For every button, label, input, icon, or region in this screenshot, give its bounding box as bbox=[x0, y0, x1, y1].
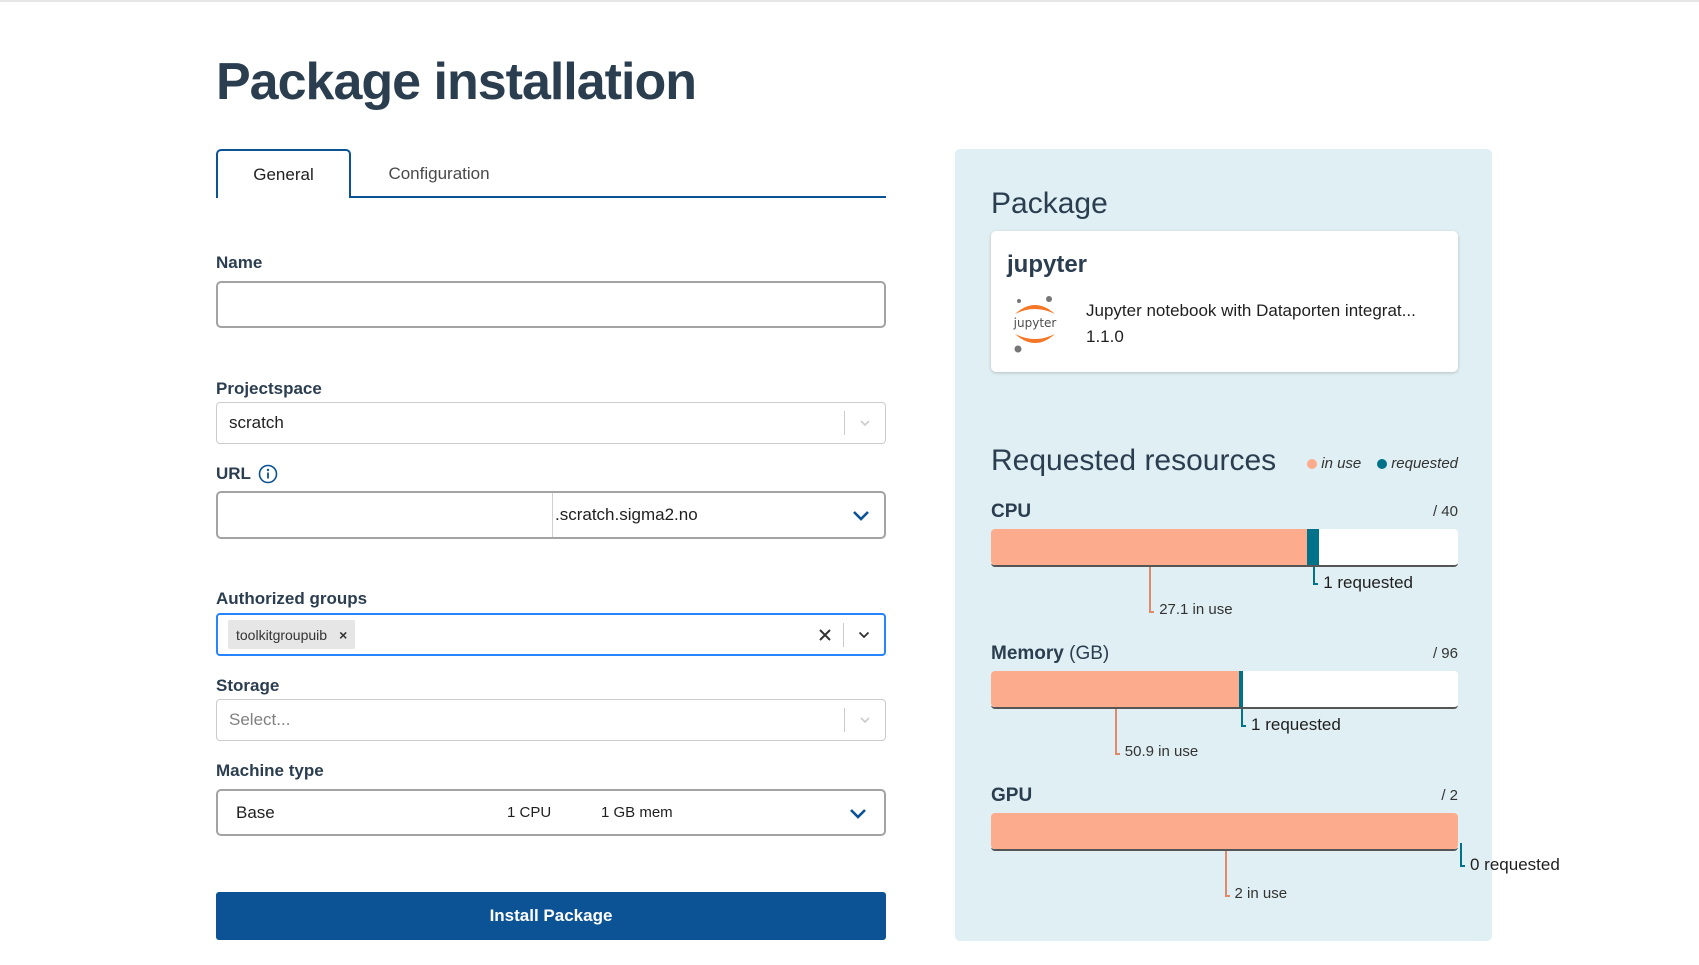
in-use-leader-line bbox=[1224, 851, 1230, 897]
package-card: jupyter jupyter Jupyter notebook with Da… bbox=[991, 231, 1458, 372]
in-use-label: 50.9 in use bbox=[1124, 743, 1199, 760]
legend-requested: requested bbox=[1377, 455, 1458, 472]
machine-type-name: Base bbox=[236, 802, 275, 822]
legend-in-use-dot bbox=[1307, 458, 1318, 469]
group-chip: toolkitgroupuib × bbox=[228, 620, 356, 649]
legend-in-use-label: in use bbox=[1321, 455, 1362, 472]
bar-requested bbox=[1307, 529, 1320, 565]
url-subdomain-input[interactable] bbox=[218, 493, 553, 537]
resources-legend: in use requested bbox=[1291, 455, 1458, 472]
resource-bar bbox=[991, 529, 1458, 567]
package-panel-title: Package bbox=[991, 187, 1108, 220]
legend-in-use: in use bbox=[1307, 455, 1361, 472]
bar-in-use bbox=[991, 671, 1239, 707]
in-use-leader-line bbox=[1149, 567, 1155, 613]
resource-name: CPU bbox=[991, 501, 1032, 522]
bar-in-use bbox=[991, 529, 1308, 565]
resource-max: / 40 bbox=[1432, 503, 1458, 520]
machine-type-mem: 1 GB mem bbox=[601, 804, 673, 821]
page-title: Package installation bbox=[216, 53, 697, 111]
in-use-leader-line bbox=[1114, 709, 1120, 755]
bar-requested bbox=[1238, 671, 1244, 707]
projectspace-label: Projectspace bbox=[216, 379, 322, 398]
machine-type-cpu: 1 CPU bbox=[507, 804, 552, 821]
authorized-groups-label: Authorized groups bbox=[216, 589, 368, 608]
chevron-down-icon[interactable] bbox=[845, 416, 885, 430]
info-icon[interactable] bbox=[258, 464, 278, 484]
requested-resources-title: Requested resources bbox=[991, 444, 1277, 477]
resource-bar bbox=[991, 813, 1458, 851]
name-field-wrapper bbox=[216, 281, 886, 328]
resource-max: / 96 bbox=[1432, 645, 1458, 662]
legend-requested-dot bbox=[1377, 458, 1388, 469]
package-panel: Package jupyter jupyter Jupyter notebook… bbox=[955, 149, 1560, 941]
remove-chip-icon[interactable]: × bbox=[339, 627, 347, 643]
top-border bbox=[0, 0, 1699, 2]
url-domain-select[interactable]: .scratch.sigma2.no bbox=[553, 493, 838, 537]
requested-leader-line bbox=[1460, 843, 1465, 867]
authorized-groups-select[interactable]: toolkitgroupuib × bbox=[216, 613, 886, 656]
in-use-label: 27.1 in use bbox=[1159, 601, 1233, 618]
chevron-down-icon[interactable] bbox=[838, 807, 878, 819]
requested-leader-line bbox=[1241, 709, 1247, 727]
clear-icon[interactable] bbox=[807, 628, 843, 642]
resource-bar bbox=[991, 671, 1458, 709]
package-description: Jupyter notebook with Dataporten integra… bbox=[1086, 301, 1416, 320]
tab-bar: General Configuration bbox=[216, 149, 886, 198]
chevron-down-icon[interactable] bbox=[844, 628, 884, 642]
requested-label: 1 requested bbox=[1251, 715, 1341, 734]
tab-general[interactable]: General bbox=[216, 149, 351, 198]
bar-in-use bbox=[991, 813, 1458, 849]
legend-requested-label: requested bbox=[1391, 455, 1458, 472]
group-chip-label: toolkitgroupuib bbox=[236, 626, 328, 643]
requested-label: 1 requested bbox=[1323, 573, 1414, 592]
name-label: Name bbox=[216, 253, 263, 272]
resource-name: GPU bbox=[991, 785, 1033, 806]
url-label: URL bbox=[216, 464, 251, 483]
svg-text:jupyter: jupyter bbox=[1013, 316, 1057, 330]
machine-type-label: Machine type bbox=[216, 761, 324, 780]
chevron-down-icon[interactable] bbox=[838, 493, 884, 537]
package-version: 1.1.0 bbox=[1086, 327, 1124, 346]
jupyter-logo-icon: jupyter bbox=[1009, 296, 1061, 354]
storage-placeholder: Select... bbox=[229, 710, 291, 729]
resource-max: / 2 bbox=[1441, 787, 1458, 804]
resource-memory: Memory (GB) / 96 50.9 in use 1 requested bbox=[991, 643, 1458, 760]
machine-type-select[interactable]: Base 1 CPU 1 GB mem bbox=[216, 789, 886, 836]
url-label-row: URL bbox=[216, 464, 278, 484]
chevron-down-icon[interactable] bbox=[845, 713, 885, 727]
storage-label: Storage bbox=[216, 676, 280, 695]
storage-select[interactable]: Select... bbox=[216, 699, 886, 741]
package-name: jupyter bbox=[1007, 251, 1088, 278]
resource-name: Memory (GB) bbox=[991, 643, 1110, 664]
resource-gpu: GPU / 2 2 in use 0 requested bbox=[991, 785, 1560, 902]
projectspace-value: scratch bbox=[229, 413, 284, 432]
tab-configuration[interactable]: Configuration bbox=[366, 149, 512, 198]
resource-cpu: CPU / 40 27.1 in use 1 requested bbox=[991, 501, 1458, 618]
url-field: .scratch.sigma2.no bbox=[216, 491, 886, 539]
requested-leader-line bbox=[1313, 567, 1319, 585]
install-package-button[interactable]: Install Package bbox=[216, 892, 886, 940]
requested-label: 0 requested bbox=[1470, 855, 1560, 874]
in-use-label: 2 in use bbox=[1234, 885, 1288, 902]
name-input[interactable] bbox=[218, 283, 884, 326]
projectspace-select[interactable]: scratch bbox=[216, 402, 886, 444]
